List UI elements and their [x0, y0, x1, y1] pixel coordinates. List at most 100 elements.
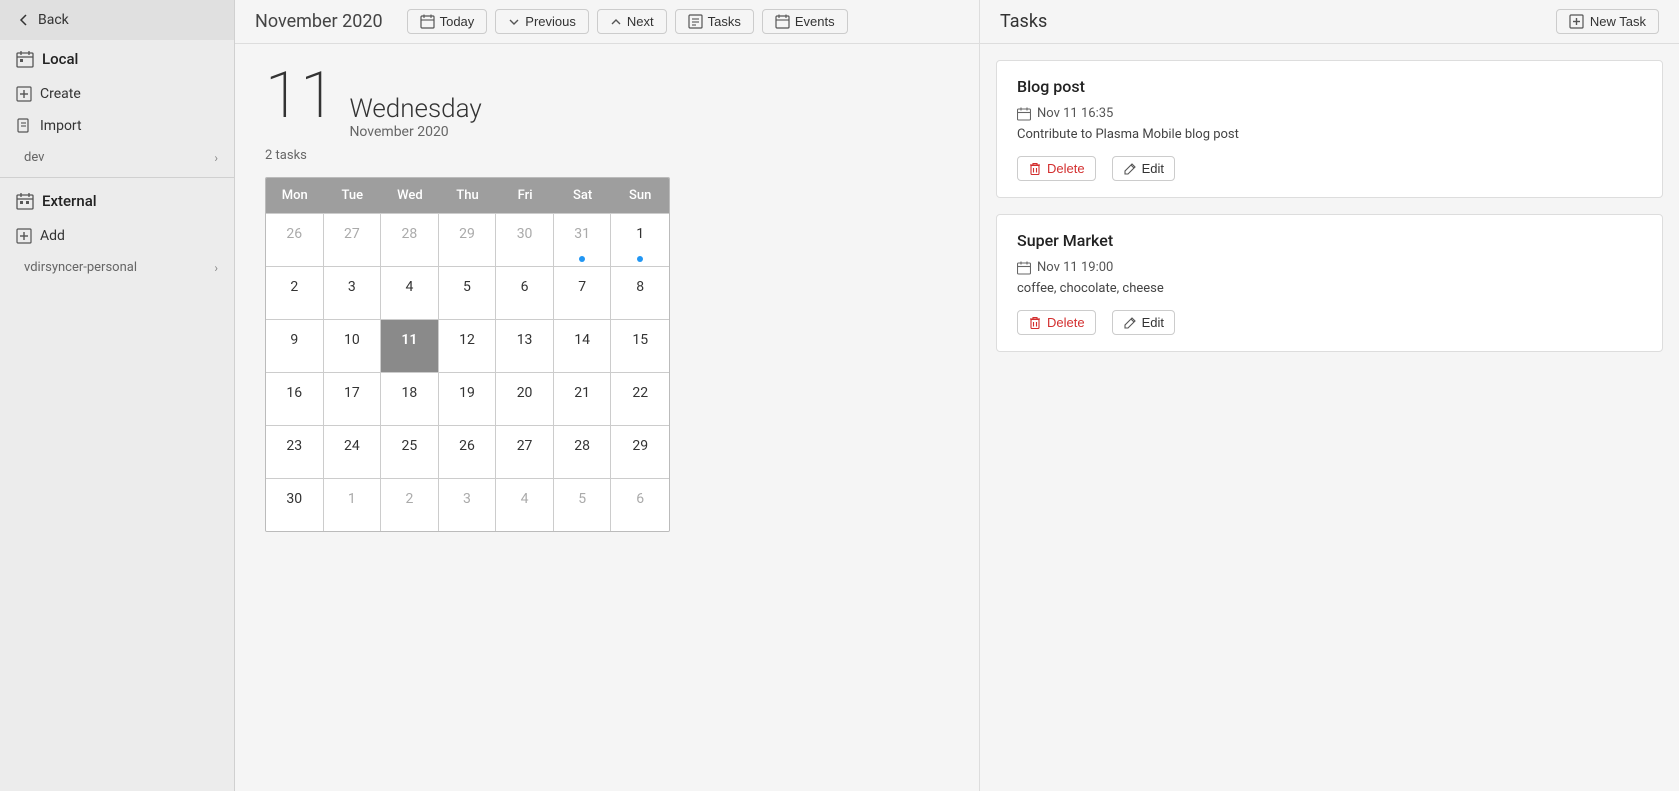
- calendar-cell[interactable]: 5: [439, 267, 497, 319]
- col-header-wed: Wed: [381, 178, 439, 213]
- calendar-cell[interactable]: 31: [554, 214, 612, 266]
- calendar-cell[interactable]: 25: [381, 426, 439, 478]
- events-button[interactable]: Events: [762, 9, 848, 34]
- calendar-cell[interactable]: 30: [496, 214, 554, 266]
- tasks-button[interactable]: Tasks: [675, 9, 754, 34]
- delete-button[interactable]: Delete: [1017, 310, 1096, 335]
- calendar-cell[interactable]: 1: [324, 479, 382, 531]
- date-header: 11 Wednesday November 2020: [265, 64, 949, 140]
- tasks-label: Tasks: [708, 14, 741, 29]
- task-card: Blog post Nov 11 16:35 Contribute to Pla…: [996, 60, 1663, 198]
- calendar-cell[interactable]: 8: [611, 267, 669, 319]
- calendar-cell[interactable]: 29: [611, 426, 669, 478]
- events-icon: [775, 14, 790, 29]
- trash-icon: [1028, 162, 1042, 176]
- tasks-panel-title: Tasks: [1000, 11, 1047, 32]
- main-content: November 2020 Today Previous Next: [235, 0, 979, 791]
- calendar-area: 11 Wednesday November 2020 2 tasks Mon T…: [235, 44, 979, 791]
- new-task-button[interactable]: New Task: [1556, 9, 1659, 34]
- chevron-down-icon-prev: [508, 16, 520, 28]
- calendar-cell[interactable]: 3: [439, 479, 497, 531]
- tasks-icon: [688, 14, 703, 29]
- tasks-count: 2 tasks: [265, 148, 949, 163]
- task-description: coffee, chocolate, cheese: [1017, 281, 1642, 296]
- calendar-cell[interactable]: 2: [381, 479, 439, 531]
- new-task-icon: [1569, 14, 1584, 29]
- previous-label: Previous: [525, 14, 576, 29]
- trash-icon: [1028, 316, 1042, 330]
- calendar-cell[interactable]: 28: [554, 426, 612, 478]
- today-button[interactable]: Today: [407, 9, 488, 34]
- chevron-up-icon-next: [610, 16, 622, 28]
- calendar-cell[interactable]: 2: [266, 267, 324, 319]
- calendar-header: Mon Tue Wed Thu Fri Sat Sun: [266, 178, 669, 213]
- col-header-sat: Sat: [554, 178, 612, 213]
- calendar-cell[interactable]: 30: [266, 479, 324, 531]
- new-task-label: New Task: [1590, 14, 1646, 29]
- calendar-row: 23242526272829: [266, 425, 669, 478]
- edit-button[interactable]: Edit: [1112, 156, 1175, 181]
- calendar-cell[interactable]: 1: [611, 214, 669, 266]
- calendar-cell[interactable]: 17: [324, 373, 382, 425]
- calendar-cell[interactable]: 14: [554, 320, 612, 372]
- task-datetime-text: Nov 11 16:35: [1037, 106, 1113, 121]
- back-icon: [16, 12, 32, 28]
- calendar-cell[interactable]: 26: [266, 214, 324, 266]
- today-label: Today: [440, 14, 475, 29]
- col-header-sun: Sun: [611, 178, 669, 213]
- calendar-cell[interactable]: 16: [266, 373, 324, 425]
- create-label: Create: [40, 86, 81, 102]
- import-icon: [16, 118, 32, 134]
- sidebar-divider: [0, 177, 234, 178]
- next-button[interactable]: Next: [597, 9, 667, 34]
- calendar-cell[interactable]: 3: [324, 267, 382, 319]
- calendar-cell[interactable]: 10: [324, 320, 382, 372]
- calendar-cell[interactable]: 21: [554, 373, 612, 425]
- calendar-cell[interactable]: 7: [554, 267, 612, 319]
- calendar-cell[interactable]: 23: [266, 426, 324, 478]
- import-item[interactable]: Import: [0, 110, 234, 142]
- calendar-cell[interactable]: 4: [496, 479, 554, 531]
- edit-button[interactable]: Edit: [1112, 310, 1175, 335]
- task-datetime-text: Nov 11 19:00: [1037, 260, 1113, 275]
- back-button[interactable]: Back: [0, 0, 234, 40]
- calendar-icon: [1017, 107, 1031, 121]
- calendar-cell[interactable]: 11: [381, 320, 439, 372]
- event-dot: [579, 256, 585, 262]
- add-item[interactable]: Add: [0, 220, 234, 252]
- calendar-cell[interactable]: 9: [266, 320, 324, 372]
- calendar-row: 9101112131415: [266, 319, 669, 372]
- calendar-icon-external: [16, 192, 34, 210]
- calendar-cell[interactable]: 13: [496, 320, 554, 372]
- calendar-cell[interactable]: 12: [439, 320, 497, 372]
- dev-item[interactable]: dev ›: [0, 142, 234, 173]
- delete-button[interactable]: Delete: [1017, 156, 1096, 181]
- calendar-cell[interactable]: 22: [611, 373, 669, 425]
- calendar-body: 2627282930311234567891011121314151617181…: [266, 213, 669, 531]
- calendar-cell[interactable]: 27: [324, 214, 382, 266]
- calendar-cell[interactable]: 26: [439, 426, 497, 478]
- calendar-cell[interactable]: 19: [439, 373, 497, 425]
- calendar-cell[interactable]: 24: [324, 426, 382, 478]
- calendar-cell[interactable]: 6: [496, 267, 554, 319]
- calendar-cell[interactable]: 29: [439, 214, 497, 266]
- event-dot: [637, 256, 643, 262]
- vdirsyncer-item[interactable]: vdirsyncer-personal ›: [0, 252, 234, 283]
- vdirsyncer-chevron-icon: ›: [214, 261, 218, 275]
- calendar-cell[interactable]: 18: [381, 373, 439, 425]
- calendar-cell[interactable]: 6: [611, 479, 669, 531]
- back-label: Back: [38, 12, 69, 28]
- calendar-grid: Mon Tue Wed Thu Fri Sat Sun 262728293031…: [265, 177, 670, 532]
- calendar-cell[interactable]: 20: [496, 373, 554, 425]
- calendar-cell[interactable]: 28: [381, 214, 439, 266]
- calendar-cell[interactable]: 5: [554, 479, 612, 531]
- calendar-cell[interactable]: 15: [611, 320, 669, 372]
- task-actions: Delete Edit: [1017, 156, 1642, 181]
- calendar-cell[interactable]: 4: [381, 267, 439, 319]
- date-month: November 2020: [349, 124, 481, 140]
- create-item[interactable]: Create: [0, 78, 234, 110]
- calendar-cell[interactable]: 27: [496, 426, 554, 478]
- next-label: Next: [627, 14, 654, 29]
- previous-button[interactable]: Previous: [495, 9, 589, 34]
- create-icon: [16, 86, 32, 102]
